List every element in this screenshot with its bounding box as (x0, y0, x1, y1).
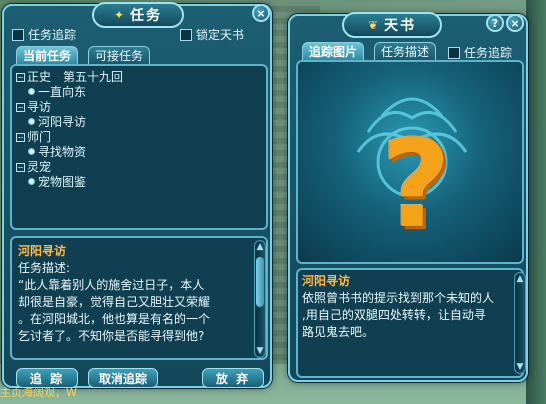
detail-quest-title: 河阳寻访 (18, 244, 67, 258)
detail-label: 任务描述: (18, 261, 71, 275)
collapse-icon[interactable]: − (16, 73, 25, 82)
tree-label: 灵宠 (27, 160, 52, 174)
collapse-icon[interactable]: − (16, 133, 25, 142)
tab-current-tasks[interactable]: 当前任务 (16, 46, 79, 64)
book-scrollbar[interactable]: ▲ ▼ (514, 272, 526, 374)
footer-text: 主页海阔观，W (0, 386, 77, 399)
book-line-1: 依照曾书书的提示找到那个未知的人 (302, 291, 495, 305)
tree-category-visit[interactable]: − 寻访 (16, 100, 123, 115)
book-line-2: ,用自己的双腿四处转转，让自动寻 (302, 308, 486, 322)
bullet-icon (28, 88, 35, 95)
scroll-thumb[interactable] (256, 257, 264, 307)
tree-item-pet-catalog[interactable]: 宠物图鉴 (16, 175, 123, 190)
help-button[interactable]: ? (486, 14, 504, 32)
book-window-title: ❦ 天书 (342, 12, 442, 38)
lock-book-row[interactable]: 锁定天书 (180, 26, 244, 43)
book-window-title-text: 天书 (384, 18, 417, 34)
task-track-label: 任务追踪 (28, 28, 77, 42)
background-wall (526, 0, 546, 404)
book-emblem-icon: ✦ (113, 8, 127, 22)
task-tree: − 正史 第五十九回 一直向东 − 寻访 河阳寻访 − 师门 寻找物资 − 灵宠 宠物图… (16, 70, 123, 190)
tree-category-pet[interactable]: − 灵宠 (16, 160, 123, 175)
heaven-book-window: ❦ 天书 ? × 追踪图片 任务描述 任务追踪 ? 河阳寻访 依照曾书书的提示找… (288, 12, 528, 382)
bullet-icon (28, 178, 35, 185)
tree-item-heyang-visit[interactable]: 河阳寻访 (16, 115, 123, 130)
close-button[interactable]: × (506, 14, 524, 32)
lock-book-checkbox[interactable] (180, 28, 192, 41)
tree-category-sect[interactable]: − 师门 (16, 130, 123, 145)
book-quest-title: 河阳寻访 (302, 274, 351, 288)
tab-available-tasks[interactable]: 可接任务 (88, 46, 151, 64)
detail-line-1: “此人靠着别人的施舍过日子，本人 (18, 278, 205, 292)
scroll-down-icon[interactable]: ▼ (514, 361, 526, 373)
tree-label: 寻找物资 (38, 145, 87, 159)
detail-line-3: 。在河阳城北，他也算是有名的一个 (18, 312, 211, 326)
task-window: ✦ 任务 × 任务追踪 锁定天书 当前任务 可接任务 − 正史 第五十九回 一直向… (2, 2, 272, 388)
book-track-checkbox[interactable] (448, 46, 460, 59)
task-window-title: ✦ 任务 (92, 2, 184, 28)
tree-label: 寻访 (27, 100, 52, 114)
track-image: ? (296, 60, 524, 264)
task-track-checkbox[interactable] (12, 28, 24, 41)
detail-line-2: 却很是自豪，觉得自己又胆壮又荣耀 (18, 295, 211, 309)
tree-label: 宠物图鉴 (38, 175, 87, 189)
tree-label: 河阳寻访 (38, 115, 87, 129)
tree-item-find-supplies[interactable]: 寻找物资 (16, 145, 123, 160)
book-track-row[interactable]: 任务追踪 (448, 44, 512, 61)
book-line-3: 路见鬼去吧。 (302, 325, 375, 339)
tab-task-description[interactable]: 任务描述 (374, 42, 437, 60)
lock-book-label: 锁定天书 (196, 28, 245, 42)
tree-item-go-east[interactable]: 一直向东 (16, 85, 123, 100)
detail-line-4: 乞讨者了。不知你是否能寻得到他? (18, 329, 205, 343)
close-button[interactable]: × (252, 4, 270, 22)
tree-label: 一直向东 (38, 85, 87, 99)
task-track-row[interactable]: 任务追踪 (12, 26, 76, 43)
abandon-button[interactable]: 放 弃 (202, 368, 264, 388)
cancel-track-button[interactable]: 取消追踪 (88, 368, 158, 388)
bullet-icon (28, 148, 35, 155)
bullet-icon (28, 118, 35, 125)
scroll-up-icon[interactable]: ▲ (514, 273, 526, 285)
collapse-icon[interactable]: − (16, 103, 25, 112)
scroll-up-icon[interactable]: ▲ (254, 241, 266, 253)
wing-emblem-icon: ❦ (367, 18, 381, 32)
book-track-label: 任务追踪 (464, 46, 513, 60)
tree-label: 正史 第五十九回 (27, 70, 124, 84)
tree-label: 师门 (27, 130, 52, 144)
collapse-icon[interactable]: − (16, 163, 25, 172)
tree-category-history[interactable]: − 正史 第五十九回 (16, 70, 123, 85)
detail-scrollbar[interactable]: ▲ ▼ (254, 240, 266, 358)
scroll-down-icon[interactable]: ▼ (254, 345, 266, 357)
tab-track-image[interactable]: 追踪图片 (302, 42, 365, 60)
task-window-title-text: 任务 (130, 8, 163, 24)
question-mark-icon: ? (381, 116, 451, 255)
